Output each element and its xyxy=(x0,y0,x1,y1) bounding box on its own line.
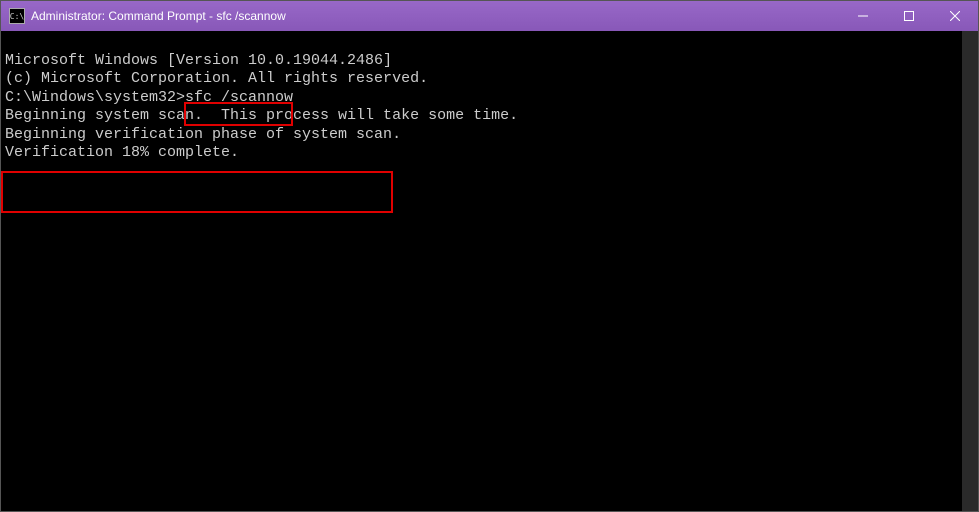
minimize-button[interactable] xyxy=(840,1,886,31)
terminal-line: C:\Windows\system32>sfc /scannow xyxy=(5,89,958,108)
window-controls xyxy=(840,1,978,31)
maximize-button[interactable] xyxy=(886,1,932,31)
terminal-line: Beginning system scan. This process will… xyxy=(5,107,958,126)
terminal-line: (c) Microsoft Corporation. All rights re… xyxy=(5,70,958,89)
terminal-line: Verification 18% complete. xyxy=(5,144,958,163)
highlight-box-output xyxy=(1,171,393,213)
terminal-line: Microsoft Windows [Version 10.0.19044.24… xyxy=(5,52,958,71)
command-text: sfc /scannow xyxy=(185,89,293,106)
maximize-icon xyxy=(904,11,914,21)
terminal-line: Beginning verification phase of system s… xyxy=(5,126,958,145)
terminal-content[interactable]: Microsoft Windows [Version 10.0.19044.24… xyxy=(1,31,978,511)
cmd-icon: C:\ xyxy=(9,8,25,24)
command-prompt-window: C:\ Administrator: Command Prompt - sfc … xyxy=(0,0,979,512)
prompt: C:\Windows\system32> xyxy=(5,89,185,106)
close-icon xyxy=(950,11,960,21)
scrollbar[interactable] xyxy=(962,31,978,511)
close-button[interactable] xyxy=(932,1,978,31)
titlebar[interactable]: C:\ Administrator: Command Prompt - sfc … xyxy=(1,1,978,31)
minimize-icon xyxy=(858,11,868,21)
window-title: Administrator: Command Prompt - sfc /sca… xyxy=(31,9,840,23)
